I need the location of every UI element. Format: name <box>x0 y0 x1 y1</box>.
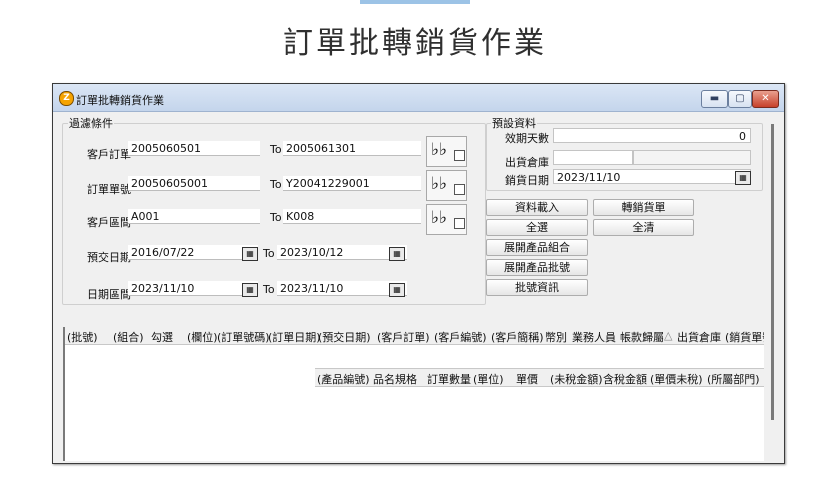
col-header[interactable]: 出貨倉庫 <box>677 329 721 344</box>
order-number-to-field[interactable]: Y20041229001 <box>283 176 421 191</box>
sort-icon[interactable]: △ <box>664 329 672 342</box>
col-header[interactable]: (批號) <box>67 329 98 344</box>
detail-col-header[interactable]: (產品編號) <box>317 371 370 386</box>
expand-product-batch-button[interactable]: 展開產品批號 <box>486 259 588 276</box>
calendar-icon[interactable]: ▦ <box>242 283 258 297</box>
col-header[interactable]: 幣別 <box>545 329 567 344</box>
maximize-button[interactable]: ▢ <box>728 90 752 108</box>
customer-range-label: 客戶區間 <box>87 216 131 229</box>
col-header[interactable]: (銷貨單號 <box>725 329 764 344</box>
app-logo-icon: Z <box>59 91 74 106</box>
valid-days-label: 效期天數 <box>505 132 549 145</box>
col-header[interactable]: (預交日期) <box>318 329 371 344</box>
close-button[interactable]: ✕ <box>752 90 779 108</box>
select-all-button[interactable]: 全選 <box>486 219 588 236</box>
binoculars-icon[interactable]: ♭♭ <box>431 208 447 228</box>
find-customer-range-box[interactable]: ♭♭ <box>426 204 467 235</box>
col-header[interactable]: (訂單日期) <box>268 329 321 344</box>
col-header[interactable]: 業務人員 <box>572 329 616 344</box>
col-header[interactable]: (客戶訂單) <box>377 329 430 344</box>
clear-all-button[interactable]: 全清 <box>593 219 694 236</box>
warehouse-name-field <box>633 150 751 165</box>
due-date-label: 預交日期 <box>87 251 131 264</box>
customer-range-checkbox[interactable] <box>454 218 465 229</box>
window-titlebar: Z 訂單批轉銷貨作業 ▬ ▢ ✕ <box>53 84 784 112</box>
app-window: Z 訂單批轉銷貨作業 ▬ ▢ ✕ 過濾條件 客戶訂單 2005060501 To… <box>52 83 785 464</box>
detail-col-header[interactable]: (單位) <box>473 371 504 386</box>
detail-col-header[interactable]: 單價 <box>516 371 538 386</box>
detail-col-header[interactable]: 訂單數量 <box>427 371 471 386</box>
batch-info-button[interactable]: 批號資訊 <box>486 279 588 296</box>
col-header[interactable]: (訂單號碼) <box>217 329 270 344</box>
customer-order-label: 客戶訂單 <box>87 148 131 161</box>
date-range-to-field[interactable]: 2023/11/10 <box>277 281 407 296</box>
page-title: 訂單批轉銷貨作業 <box>283 26 547 61</box>
valid-days-field[interactable]: 0 <box>553 128 751 143</box>
expand-product-combo-button[interactable]: 展開產品組合 <box>486 239 588 256</box>
customer-order-to-field[interactable]: 2005061301 <box>283 141 421 156</box>
sales-date-label: 銷貨日期 <box>505 174 549 187</box>
customer-range-from-field[interactable]: A001 <box>128 209 260 224</box>
customer-range-to-field[interactable]: K008 <box>283 209 421 224</box>
find-customer-order-box[interactable]: ♭♭ <box>426 136 467 167</box>
warehouse-code-field[interactable] <box>553 150 633 165</box>
detail-col-header[interactable]: 含稅金額 <box>603 371 647 386</box>
convert-to-sales-button[interactable]: 轉銷貨單 <box>593 199 694 216</box>
order-number-checkbox[interactable] <box>454 184 465 195</box>
col-header[interactable]: (欄位) <box>187 329 218 344</box>
calendar-icon[interactable]: ▦ <box>389 247 405 261</box>
detail-col-header[interactable]: 品名規格 <box>373 371 417 386</box>
to-label: To <box>270 143 282 156</box>
orders-grid-header: (批號) (組合) 勾選 (欄位) (訂單號碼) (訂單日期) (預交日期) (… <box>65 327 764 345</box>
col-header[interactable]: 勾選 <box>151 329 173 344</box>
due-date-from-field[interactable]: 2016/07/22 <box>128 245 258 260</box>
window-title: 訂單批轉銷貨作業 <box>76 94 164 107</box>
to-label: To <box>263 283 275 296</box>
calendar-icon[interactable]: ▦ <box>242 247 258 261</box>
orders-grid-body[interactable] <box>65 345 764 461</box>
calendar-icon[interactable]: ▦ <box>735 171 751 185</box>
calendar-icon[interactable]: ▦ <box>389 283 405 297</box>
vertical-scrollbar[interactable] <box>771 124 774 420</box>
due-date-to-field[interactable]: 2023/10/12 <box>277 245 407 260</box>
minimize-button[interactable]: ▬ <box>701 90 728 108</box>
order-number-label: 訂單單號 <box>87 183 131 196</box>
col-header[interactable]: 帳款歸屬 <box>620 329 664 344</box>
customer-order-from-field[interactable]: 2005060501 <box>128 141 260 156</box>
to-label: To <box>263 247 275 260</box>
date-range-label: 日期區間 <box>87 288 131 301</box>
detail-col-header[interactable]: (所屬部門) <box>707 371 760 386</box>
customer-order-checkbox[interactable] <box>454 150 465 161</box>
col-header[interactable]: (組合) <box>113 329 144 344</box>
binoculars-icon[interactable]: ♭♭ <box>431 174 447 194</box>
to-label: To <box>270 211 282 224</box>
order-number-from-field[interactable]: 20050605001 <box>128 176 260 191</box>
filter-group-label: 過濾條件 <box>68 115 114 131</box>
detail-grid-header: (產品編號) 品名規格 訂單數量 (單位) 單價 (未稅金額) 含稅金額 (單價… <box>315 368 764 387</box>
find-order-number-box[interactable]: ♭♭ <box>426 170 467 201</box>
warehouse-label: 出貨倉庫 <box>505 156 549 169</box>
binoculars-icon[interactable]: ♭♭ <box>431 140 447 160</box>
sales-date-field[interactable]: 2023/11/10 <box>553 169 751 184</box>
col-header[interactable]: (客戶簡稱) <box>491 329 544 344</box>
defaults-group-label: 預設資料 <box>491 115 537 131</box>
date-range-from-field[interactable]: 2023/11/10 <box>128 281 258 296</box>
detail-col-header[interactable]: (未稅金額) <box>550 371 603 386</box>
to-label: To <box>270 178 282 191</box>
load-data-button[interactable]: 資料載入 <box>486 199 588 216</box>
detail-col-header[interactable]: (單價未稅) <box>650 371 703 386</box>
top-accent-bar <box>360 0 470 4</box>
col-header[interactable]: (客戶編號) <box>434 329 487 344</box>
